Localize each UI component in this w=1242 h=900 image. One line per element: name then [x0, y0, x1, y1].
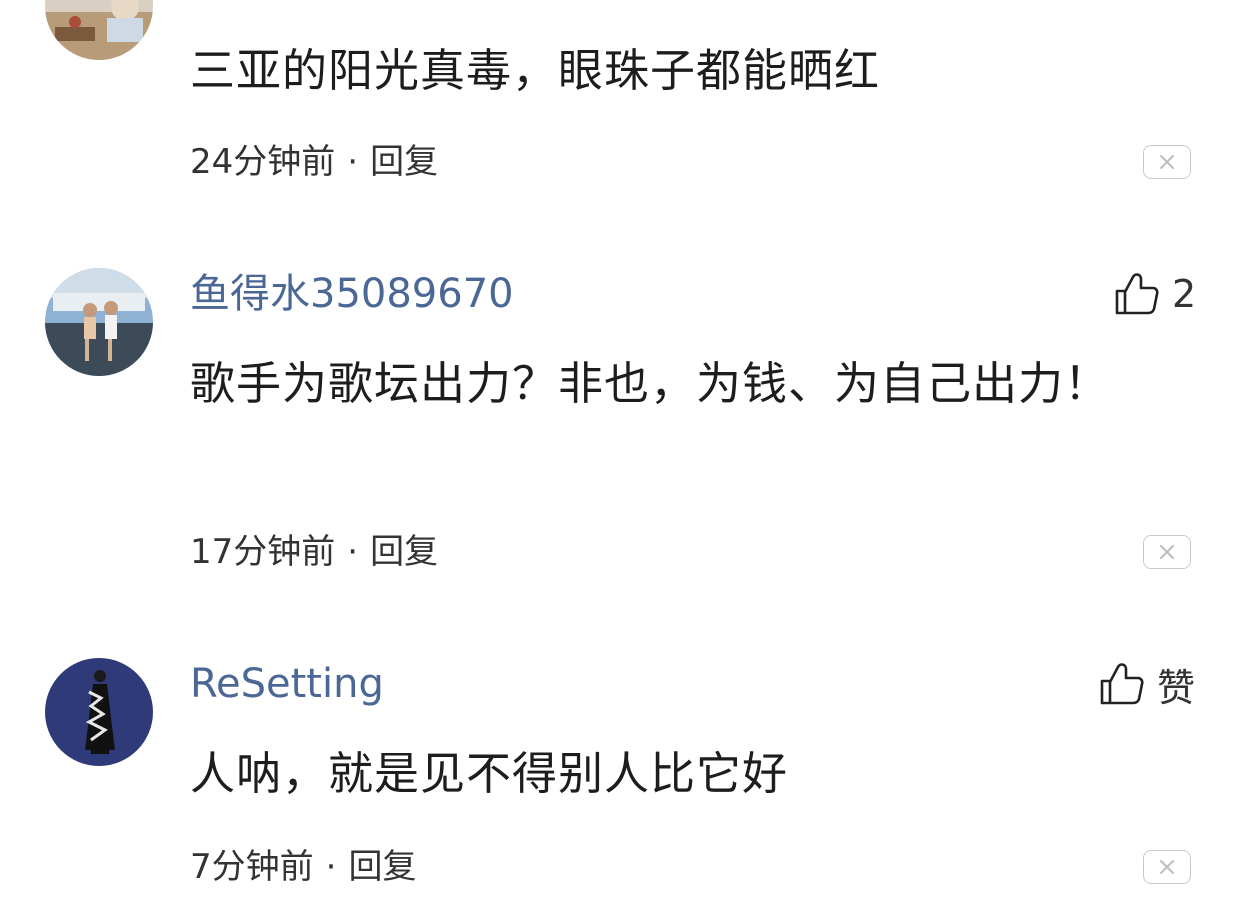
like-button[interactable]: 2	[1114, 270, 1196, 318]
meta-separator: ·	[347, 142, 359, 182]
user-avatar[interactable]	[45, 0, 153, 60]
comment-time: 24分钟前	[190, 142, 336, 182]
close-icon	[1160, 155, 1174, 169]
reply-button[interactable]: 回复	[370, 532, 438, 572]
comment-username[interactable]: 鱼得水35089670	[190, 270, 514, 318]
close-icon	[1160, 860, 1174, 874]
comment-text: 三亚的阳光真毒，眼珠子都能晒红	[190, 44, 881, 97]
avatar-photo-icon	[45, 658, 153, 766]
avatar-photo-icon	[45, 0, 153, 60]
user-avatar[interactable]	[45, 658, 153, 766]
like-count: 2	[1172, 272, 1197, 316]
thumbs-up-icon	[1100, 663, 1144, 705]
like-label: 赞	[1157, 665, 1196, 710]
close-icon	[1160, 545, 1174, 559]
comment-text: 歌手为歌坛出力？非也，为钱、为自己出力！	[190, 357, 1111, 410]
comment-time: 7分钟前	[190, 847, 314, 887]
comment-text: 人呐，就是见不得别人比它好	[190, 747, 789, 800]
avatar-photo-icon	[45, 268, 153, 376]
reply-button[interactable]: 回复	[348, 847, 416, 887]
dismiss-button[interactable]	[1143, 145, 1191, 179]
user-avatar[interactable]	[45, 268, 153, 376]
comment-username[interactable]: ReSetting	[190, 660, 384, 708]
comment-time: 17分钟前	[190, 532, 336, 572]
thumbs-up-icon	[1115, 273, 1159, 315]
comment-meta: 24分钟前 · 回复	[190, 142, 438, 182]
dismiss-button[interactable]	[1143, 850, 1191, 884]
comment-meta: 17分钟前 · 回复	[190, 532, 438, 572]
meta-separator: ·	[325, 847, 337, 887]
meta-separator: ·	[347, 532, 359, 572]
dismiss-button[interactable]	[1143, 535, 1191, 569]
like-button[interactable]: 赞	[1099, 660, 1195, 710]
comment-meta: 7分钟前 · 回复	[190, 847, 416, 887]
reply-button[interactable]: 回复	[370, 142, 438, 182]
